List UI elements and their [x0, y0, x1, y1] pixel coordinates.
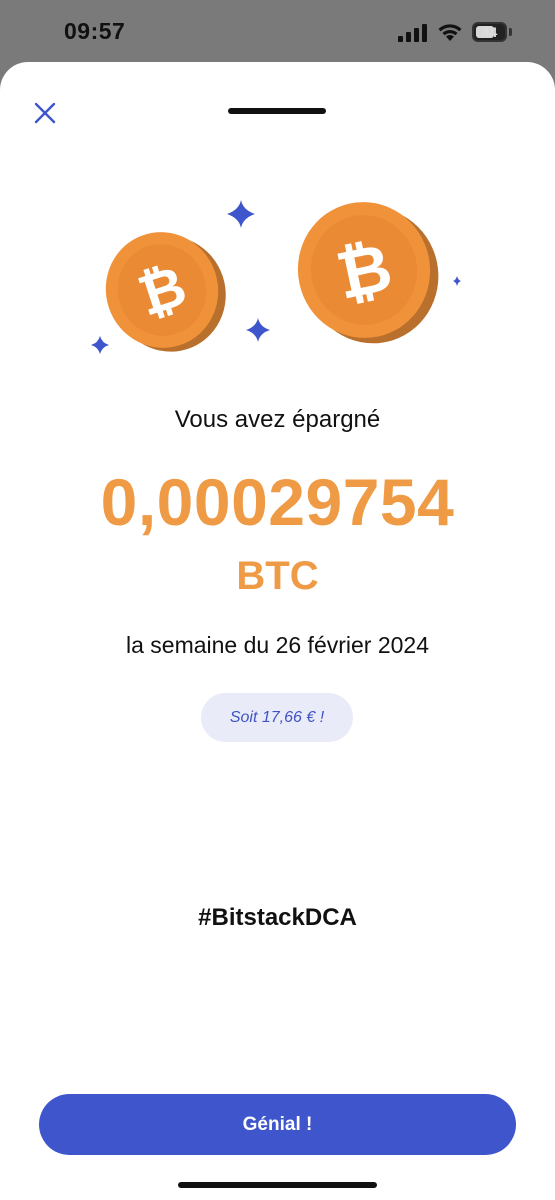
sparkle-icon — [227, 200, 255, 228]
saved-title: Vous avez épargné — [174, 406, 381, 433]
sparkle-icon — [453, 276, 461, 286]
bottom-sheet: ₿ ₿ Vous avez épargné 0,00029754 BTC la … — [0, 62, 555, 1200]
status-bar: 09:57 44 — [0, 0, 555, 62]
sparkle-icon — [91, 336, 109, 354]
battery-level: 44 — [481, 24, 498, 40]
battery-icon: 44 — [472, 22, 507, 42]
wifi-icon — [438, 24, 462, 41]
bitcoin-illustration: ₿ ₿ — [91, 200, 461, 354]
euro-equivalent-badge: Soit 17,66 € ! — [201, 693, 353, 742]
euro-equivalent-text: Soit 17,66 € ! — [229, 708, 325, 726]
signal-icon — [398, 24, 427, 42]
confirm-button-label: Génial ! — [242, 1113, 313, 1135]
confirm-button[interactable]: Génial ! — [39, 1094, 516, 1155]
battery-nub — [509, 28, 512, 36]
period-label: la semaine du 26 février 2024 — [125, 632, 430, 658]
btc-amount: 0,00029754 — [100, 465, 455, 539]
home-indicator — [178, 1182, 377, 1188]
sparkle-icon — [246, 318, 270, 342]
bitcoin-coin-icon: ₿ — [297, 202, 439, 344]
status-time: 09:57 — [64, 18, 126, 44]
btc-unit: BTC — [236, 554, 319, 598]
hashtag: #BitstackDCA — [198, 904, 357, 931]
bitcoin-coin-icon: ₿ — [105, 232, 226, 352]
